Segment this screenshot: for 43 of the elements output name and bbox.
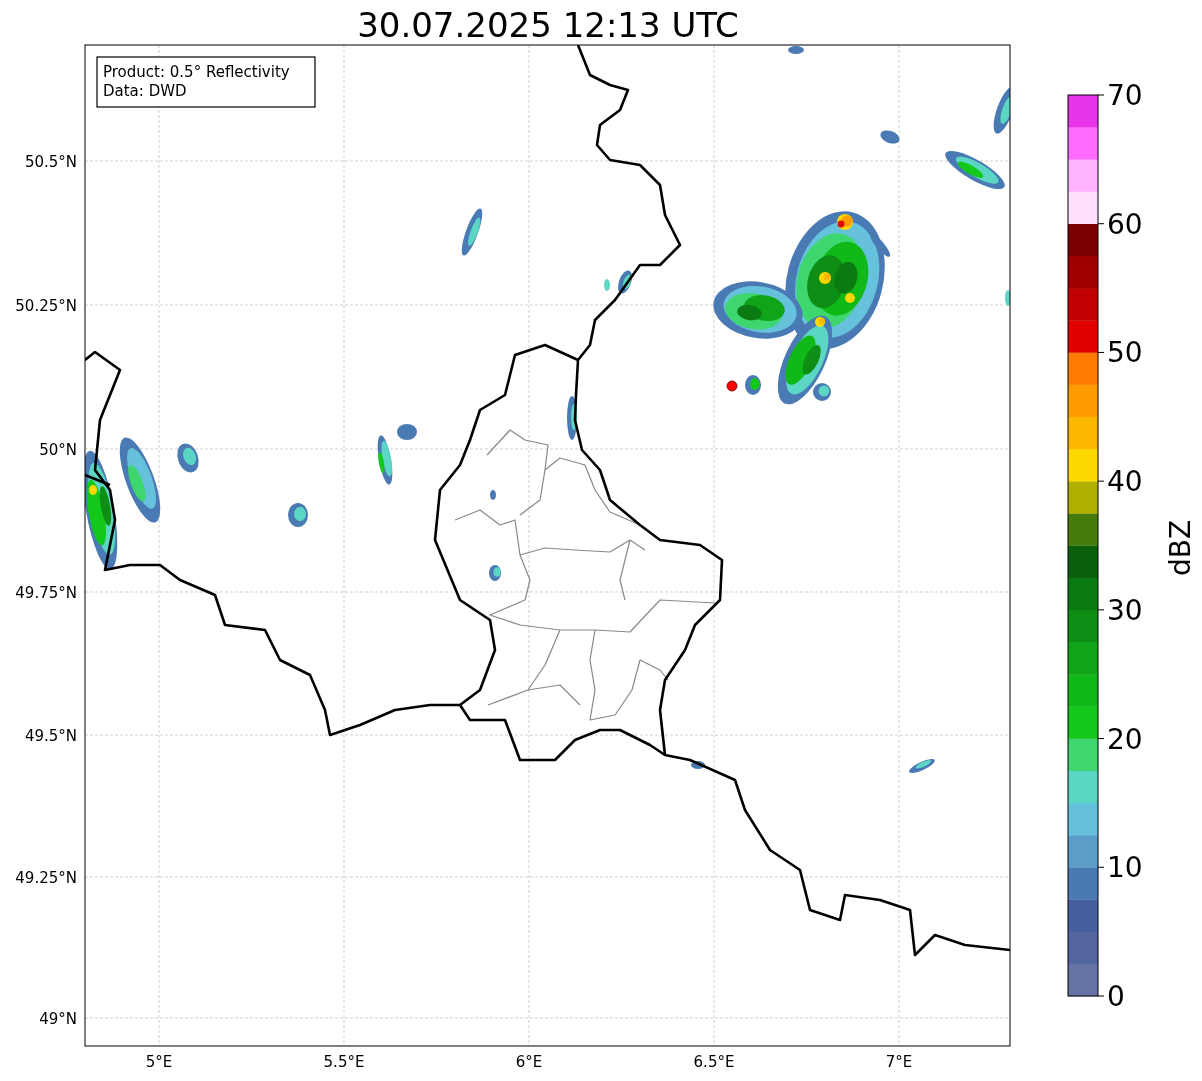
latitude-label: 49.5°N xyxy=(24,727,77,745)
latitude-label: 49.25°N xyxy=(15,869,77,887)
longitude-label: 5.5°E xyxy=(323,1053,365,1071)
latitude-label: 49.75°N xyxy=(15,584,77,602)
colorbar-label: dBZ xyxy=(1164,519,1197,577)
latitude-label: 50.5°N xyxy=(24,153,77,171)
radar-echo xyxy=(945,150,1005,190)
radar-echo xyxy=(745,375,761,395)
radar-echo xyxy=(461,208,483,256)
radar-echo xyxy=(880,130,900,144)
info-text: Data: DWD xyxy=(103,82,187,100)
colorbar-tick-label: 70 xyxy=(1107,79,1143,112)
colorbar-tick-label: 0 xyxy=(1107,980,1125,1013)
radar-echo xyxy=(691,761,705,769)
latitude-label: 49°N xyxy=(39,1010,77,1028)
radar-echo xyxy=(993,86,1010,134)
latitude-label: 50.25°N xyxy=(15,297,77,315)
radar-echo xyxy=(567,396,577,440)
radar-echo xyxy=(1005,290,1010,306)
radar-echo xyxy=(618,270,632,294)
radar-echo xyxy=(377,435,393,485)
radar-echo xyxy=(397,424,417,440)
radar-echo xyxy=(288,503,308,527)
radar-echo xyxy=(604,279,610,291)
radar-echo xyxy=(909,759,935,773)
longitude-label: 6°E xyxy=(515,1053,543,1071)
radar-echo xyxy=(177,443,199,473)
radar-echo xyxy=(788,46,804,54)
colorbar-tick-label: 20 xyxy=(1107,722,1143,756)
radar-echo xyxy=(489,565,501,581)
colorbar-tick-label: 30 xyxy=(1107,593,1143,627)
radar-echo xyxy=(490,490,496,500)
colorbar-tick-label: 60 xyxy=(1107,207,1143,241)
colorbar-tick-label: 50 xyxy=(1107,336,1143,370)
latitude-label: 50°N xyxy=(39,441,77,459)
chart-title: 30.07.2025 12:13 UTC xyxy=(357,5,739,45)
colorbar-tick-label: 10 xyxy=(1107,851,1143,885)
longitude-label: 6.5°E xyxy=(693,1053,735,1071)
info-text: Product: 0.5° Reflectivity xyxy=(103,63,290,81)
radar-site-marker xyxy=(726,380,738,392)
longitude-label: 5°E xyxy=(145,1053,173,1071)
longitude-label: 7°E xyxy=(885,1053,913,1071)
colorbar-tick-label: 40 xyxy=(1107,465,1143,499)
